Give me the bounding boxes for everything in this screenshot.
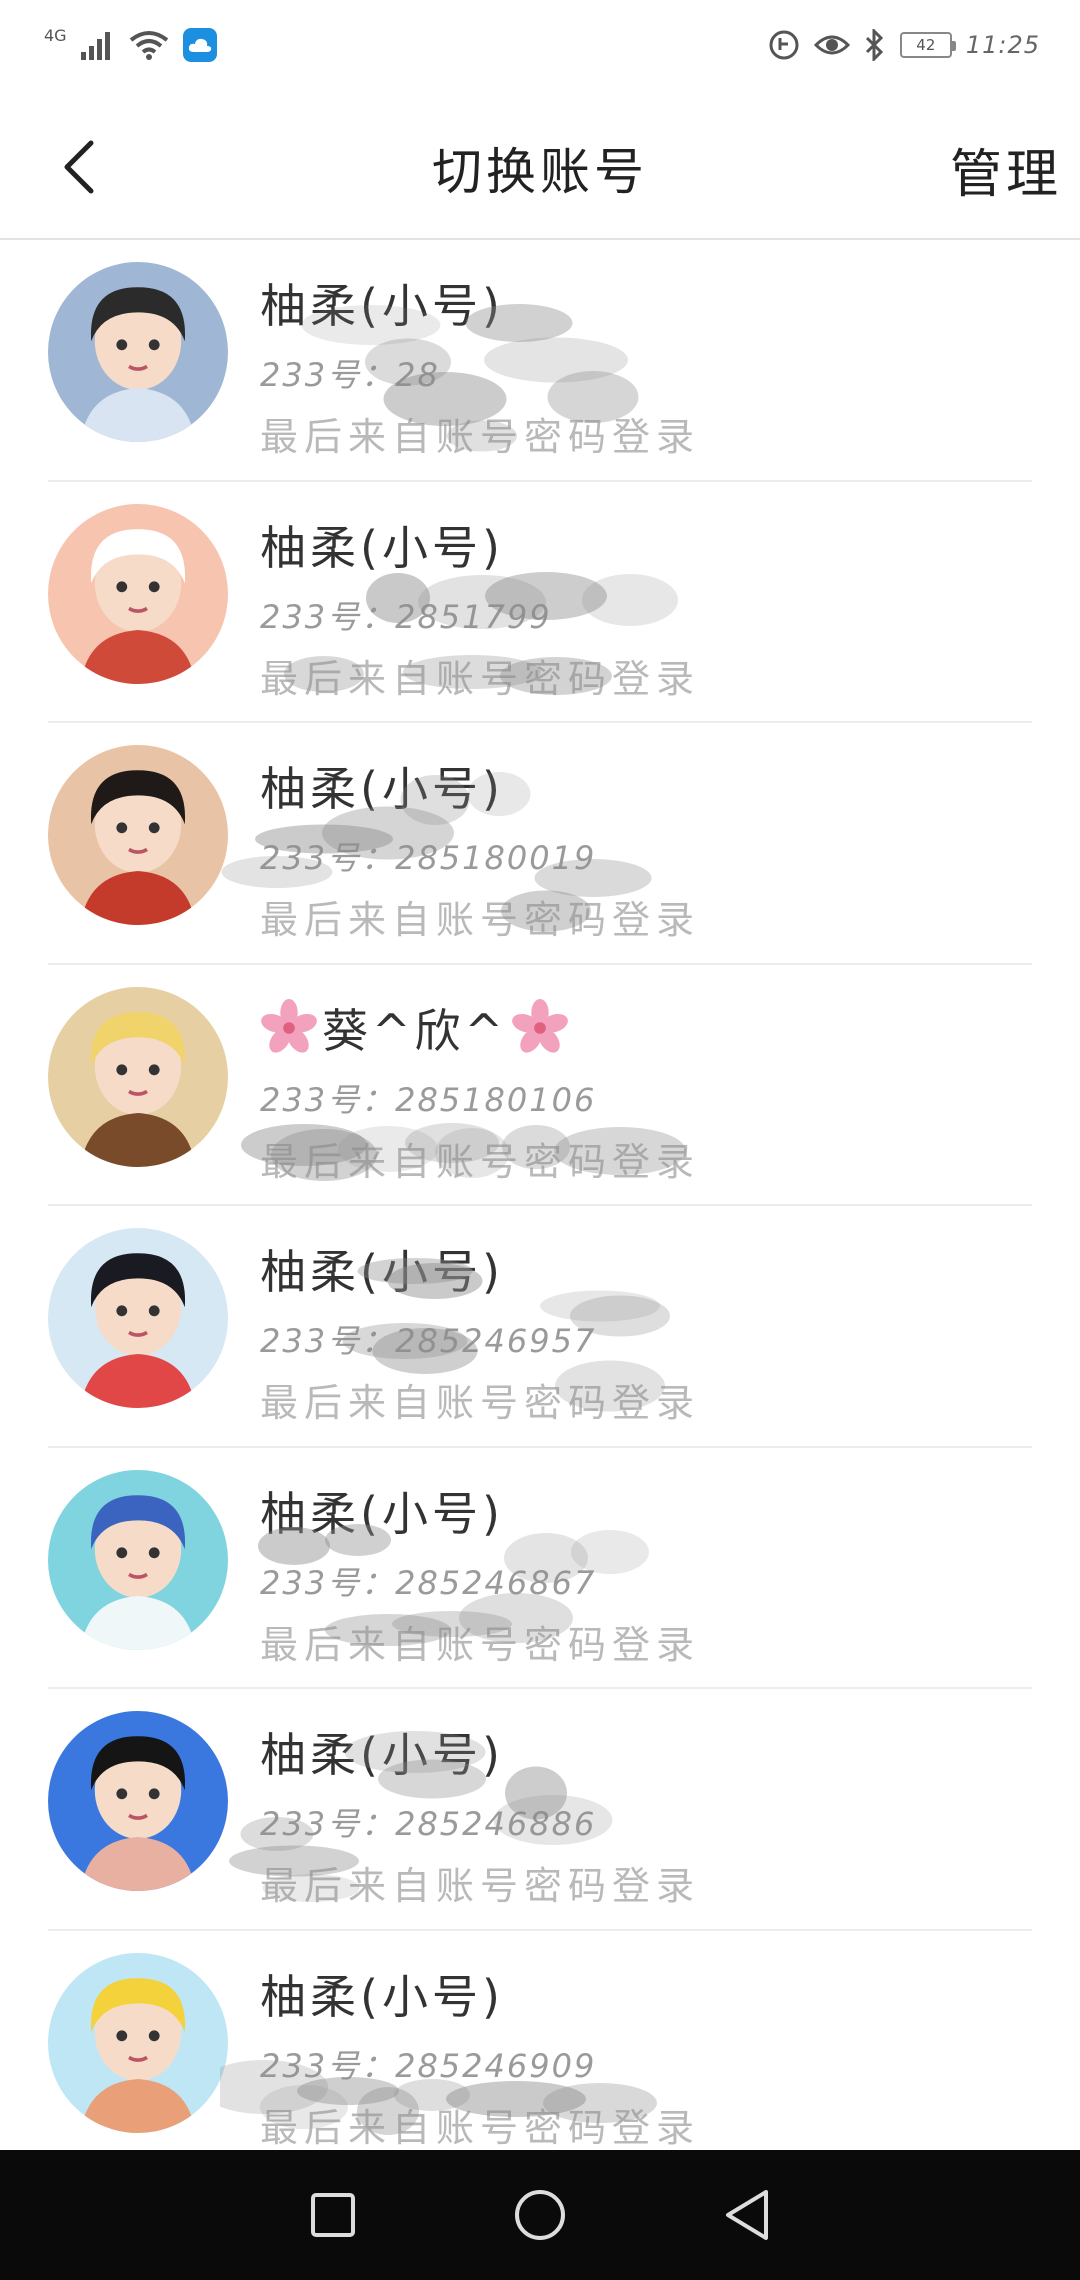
account-info: 柚柔(小号) 233号：2851799 最后来自账号密码登录 xyxy=(260,512,700,703)
status-bar: 4G 42 11:25 xyxy=(0,0,1080,90)
account-name: 柚柔(小号) xyxy=(260,1486,504,1541)
login-method-note: 最后来自账号密码登录 xyxy=(260,2105,701,2150)
login-method-note: 最后来自账号密码登录 xyxy=(260,415,701,459)
account-uid: 233号：285180019 xyxy=(260,839,597,877)
bluetooth-icon xyxy=(865,29,883,61)
avatar-illustration xyxy=(48,1228,228,1408)
account-info: 柚柔(小号) 233号：285246886 最后来自账号密码登录 xyxy=(260,1719,700,1910)
eye-comfort-icon xyxy=(813,35,850,55)
weather-notification-icon xyxy=(182,28,217,62)
avatar xyxy=(48,986,228,1167)
account-uid: 233号：2851799 xyxy=(260,597,552,636)
home-button[interactable] xyxy=(505,2180,575,2250)
account-row[interactable]: 柚柔(小号) 233号：28 最后来自账号密码登录 xyxy=(0,240,1080,482)
system-navigation-bar xyxy=(0,2150,1080,2280)
avatar xyxy=(48,1228,228,1408)
account-uid: 233号：28 xyxy=(260,356,440,394)
login-method-note: 最后来自账号密码登录 xyxy=(260,1864,701,1908)
back-nav-button[interactable] xyxy=(712,2180,782,2250)
avatar xyxy=(48,503,228,684)
sakura-right-icon xyxy=(511,998,569,1057)
account-name: 柚柔(小号) xyxy=(260,762,504,816)
avatar-illustration xyxy=(48,1711,228,1891)
account-name: 柚柔(小号) xyxy=(260,1969,504,2024)
signal-icon xyxy=(80,32,110,60)
account-row[interactable]: 柚柔(小号) 233号：2851799 最后来自账号密码登录 xyxy=(0,482,1080,724)
account-uid: 233号：285246886 xyxy=(260,1805,597,1843)
circle-icon xyxy=(514,2190,565,2240)
sakura-left-icon xyxy=(260,998,318,1057)
status-right: 42 11:25 xyxy=(768,29,1040,61)
account-uid: 233号：285246957 xyxy=(260,1322,597,1360)
header-bar: 切换账号 管理 xyxy=(0,90,1080,240)
account-info: 柚柔(小号) 233号：285246909 最后来自账号密码登录 xyxy=(260,1961,700,2152)
account-name: 柚柔(小号) xyxy=(260,1728,504,1782)
account-name: 柚柔(小号) xyxy=(260,520,504,575)
account-name: 柚柔(小号) xyxy=(260,279,504,333)
data-saver-icon xyxy=(769,30,799,60)
account-row[interactable]: 柚柔(小号) 233号：285246909 最后来自账号密码登录 xyxy=(0,1931,1080,2173)
account-info: 柚柔(小号) 233号：285246867 最后来自账号密码登录 xyxy=(260,1478,700,1669)
account-info: 柚柔(小号) 233号：285246957 最后来自账号密码登录 xyxy=(260,1236,700,1427)
avatar-illustration xyxy=(48,986,228,1167)
avatar xyxy=(48,1469,228,1650)
account-info: 柚柔(小号) 233号：28 最后来自账号密码登录 xyxy=(260,270,700,461)
login-method-note: 最后来自账号密码登录 xyxy=(260,1381,701,1425)
account-row[interactable]: 柚柔(小号) 233号：285246957 最后来自账号密码登录 xyxy=(0,1206,1080,1448)
login-method-note: 最后来自账号密码登录 xyxy=(260,656,701,701)
square-icon xyxy=(311,2193,356,2237)
page-title: 切换账号 xyxy=(432,143,648,201)
login-method-note: 最后来自账号密码登录 xyxy=(260,1139,701,1184)
account-info: 柚柔(小号) 233号：285180019 最后来自账号密码登录 xyxy=(260,753,700,944)
avatar-illustration xyxy=(48,503,228,684)
status-left: 4G xyxy=(44,25,217,62)
account-list: 柚柔(小号) 233号：28 最后来自账号密码登录 柚柔(小号) 233号：28… xyxy=(0,240,1080,2172)
avatar-illustration xyxy=(48,745,228,925)
triangle-back-icon xyxy=(725,2190,768,2240)
account-row[interactable]: 柚柔(小号) 233号：285246867 最后来自账号密码登录 xyxy=(0,1448,1080,1690)
account-name: 葵^欣^ xyxy=(260,995,700,1061)
account-uid: 233号：285246909 xyxy=(260,2046,597,2085)
login-method-note: 最后来自账号密码登录 xyxy=(260,1622,701,1667)
recents-button[interactable] xyxy=(298,2180,368,2250)
login-method-note: 最后来自账号密码登录 xyxy=(260,898,701,942)
account-uid: 233号：285246867 xyxy=(260,1563,597,1602)
avatar xyxy=(48,745,228,925)
avatar xyxy=(48,1952,228,2133)
avatar xyxy=(48,1711,228,1891)
avatar-illustration xyxy=(48,262,228,442)
clock: 11:25 xyxy=(965,31,1040,59)
account-info: 葵^欣^ 233号：285180106 最后来自账号密码登录 xyxy=(260,995,700,1186)
account-row[interactable]: 柚柔(小号) 233号：285180019 最后来自账号密码登录 xyxy=(0,723,1080,965)
account-name: 柚柔(小号) xyxy=(260,1245,504,1299)
network-type: 4G xyxy=(44,25,67,45)
account-row[interactable]: 葵^欣^ 233号：285180106 最后来自账号密码登录 xyxy=(0,965,1080,1207)
avatar-illustration xyxy=(48,1469,228,1650)
account-name-text: 葵^欣^ xyxy=(322,1003,508,1058)
account-uid: 233号：285180106 xyxy=(260,1080,597,1119)
avatar xyxy=(48,262,228,442)
battery-level: 42 xyxy=(916,36,936,54)
manage-button[interactable]: 管理 xyxy=(950,132,1062,207)
avatar-illustration xyxy=(48,1952,228,2133)
account-row[interactable]: 柚柔(小号) 233号：285246886 最后来自账号密码登录 xyxy=(0,1689,1080,1931)
battery-indicator: 42 xyxy=(899,32,956,58)
wifi-icon xyxy=(129,31,168,60)
